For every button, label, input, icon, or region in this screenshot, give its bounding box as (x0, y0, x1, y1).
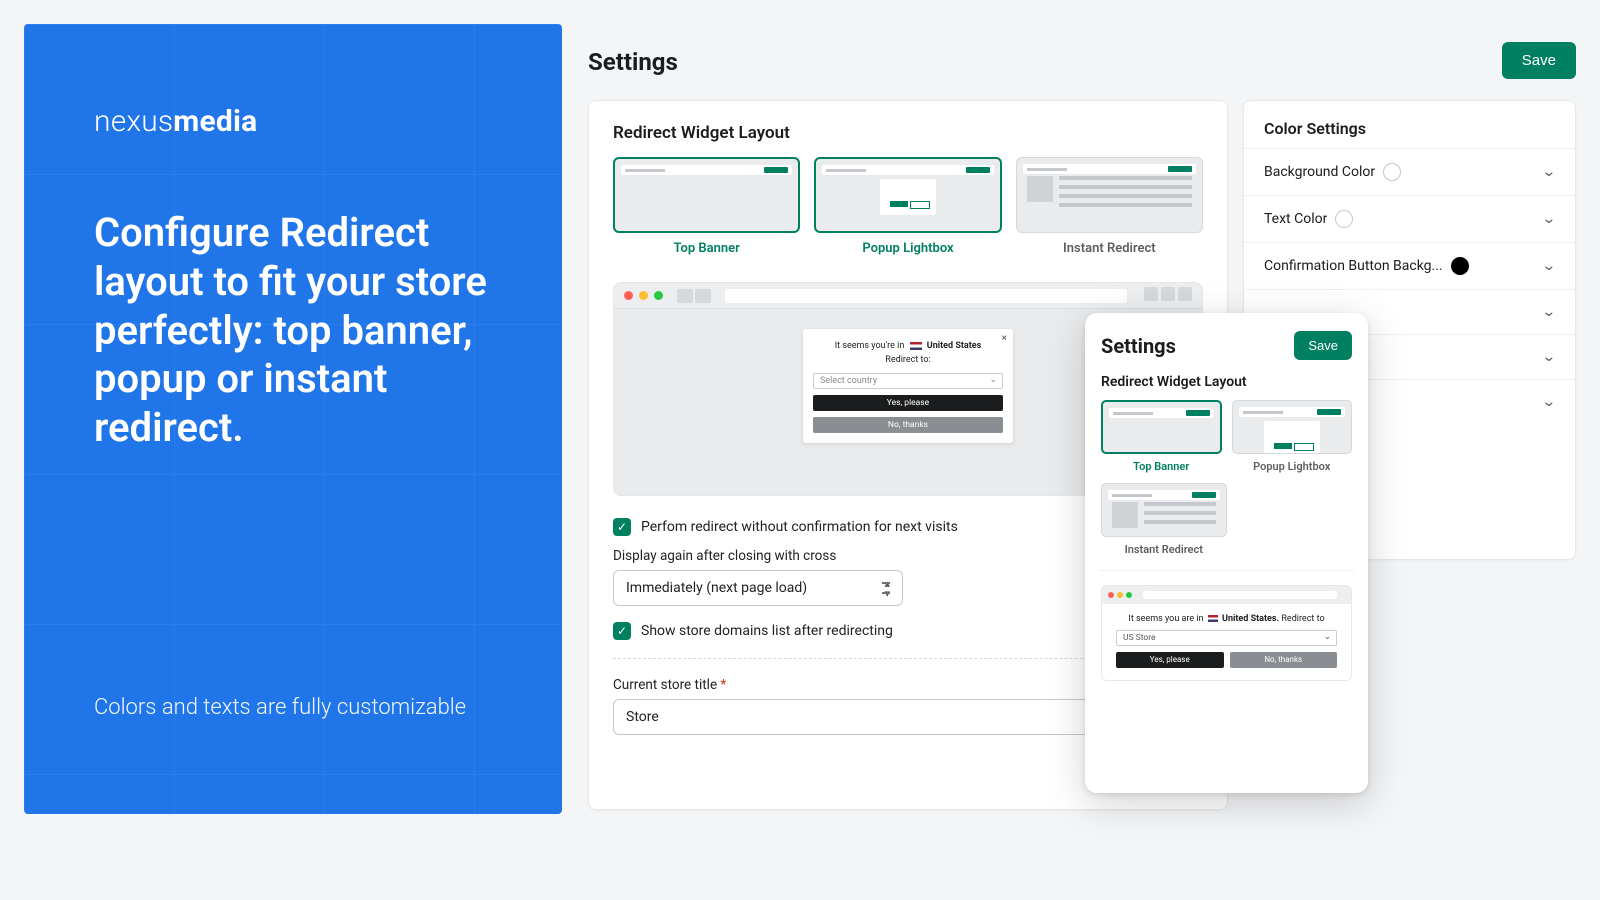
thumb-popup (814, 157, 1001, 233)
chevron-down-icon: ⌄ (1542, 258, 1557, 274)
thumb-top-banner (613, 157, 800, 233)
hero-headline: Configure Redirect layout to fit your st… (94, 209, 492, 453)
brand-bold: media (173, 104, 257, 139)
chevron-down-icon: ⌄ (1542, 304, 1557, 320)
preview-tool-icons (1141, 286, 1192, 305)
overlay-preview-text: It seems you are in United States. Redir… (1116, 614, 1337, 624)
checkbox-redirect-no-confirm[interactable]: ✓ (613, 518, 631, 536)
traffic-light-close-icon (1108, 592, 1114, 598)
color-row-text[interactable]: Text Color ⌄ (1244, 195, 1575, 242)
layout-section-title: Redirect Widget Layout (613, 123, 1203, 143)
popup-yes-button[interactable]: Yes, please (813, 395, 1003, 411)
overlay-preview: It seems you are in United States. Redir… (1101, 585, 1352, 681)
hero-sub: Colors and texts are fully customizable (94, 692, 466, 724)
layout-option-top-banner[interactable]: Top Banner (613, 157, 800, 260)
layout-label: Top Banner (613, 241, 800, 256)
preview-nav-icons (677, 289, 711, 303)
traffic-light-max-icon (654, 291, 663, 300)
preview-popup: × It seems you're in United States Redir… (803, 329, 1013, 443)
color-row-confirm-btn[interactable]: Confirmation Button Backg... ⌄ (1244, 242, 1575, 289)
popup-country-select[interactable]: Select country (813, 373, 1003, 389)
swatch-icon (1335, 210, 1353, 228)
hero-panel: nexusmedia Configure Redirect layout to … (24, 24, 562, 814)
preview-url-bar (725, 289, 1127, 303)
display-again-select[interactable]: Immediately (next page load) ▴▾ (613, 570, 903, 606)
overlay-preview-select[interactable]: US Store (1116, 630, 1337, 646)
swatch-icon (1451, 257, 1469, 275)
overlay-opt-instant[interactable]: Instant Redirect (1101, 483, 1227, 556)
layout-label: Popup Lightbox (814, 241, 1001, 256)
chevron-down-icon: ⌄ (1542, 164, 1557, 180)
overlay-opt-popup[interactable]: Popup Lightbox (1232, 400, 1353, 473)
layout-options-row: Top Banner Popup Lightbox Instant Redire… (613, 157, 1203, 260)
thumb-instant (1016, 157, 1203, 233)
close-icon[interactable]: × (1002, 333, 1007, 344)
popup-no-button[interactable]: No, thanks (813, 417, 1003, 433)
save-button[interactable]: Save (1502, 42, 1576, 79)
overlay-save-button[interactable]: Save (1294, 331, 1352, 360)
traffic-light-min-icon (639, 291, 648, 300)
layout-option-instant[interactable]: Instant Redirect (1016, 157, 1203, 260)
chevron-down-icon: ⌄ (1542, 394, 1557, 410)
traffic-light-min-icon (1117, 592, 1123, 598)
overlay-yes-button[interactable]: Yes, please (1116, 652, 1224, 668)
brand-light: nexus (94, 104, 173, 139)
layout-option-popup[interactable]: Popup Lightbox (814, 157, 1001, 260)
us-flag-icon (910, 342, 922, 350)
overlay-section-title: Redirect Widget Layout (1101, 374, 1352, 390)
select-caret-icon: ▴▾ (884, 579, 890, 599)
swatch-icon (1383, 163, 1401, 181)
us-flag-icon (1208, 615, 1218, 622)
traffic-light-max-icon (1126, 592, 1132, 598)
brand: nexusmedia (94, 104, 492, 139)
checkbox-label: Perfom redirect without confirmation for… (641, 519, 958, 535)
traffic-light-close-icon (624, 291, 633, 300)
overlay-mini-settings: Settings Save Redirect Widget Layout Top… (1085, 313, 1368, 793)
overlay-opt-top-banner[interactable]: Top Banner (1101, 400, 1222, 473)
overlay-no-button[interactable]: No, thanks (1230, 652, 1338, 668)
popup-line2: Redirect to: (813, 355, 1003, 365)
checkbox-label: Show store domains list after redirectin… (641, 623, 893, 639)
preview-chrome (614, 283, 1202, 309)
overlay-title: Settings (1101, 334, 1176, 358)
popup-line1: It seems you're in United States (813, 341, 1003, 351)
chevron-down-icon: ⌄ (1542, 211, 1557, 227)
page-title: Settings (588, 48, 678, 76)
chevron-down-icon: ⌄ (1542, 349, 1557, 365)
color-row-background[interactable]: Background Color ⌄ (1244, 148, 1575, 195)
layout-label: Instant Redirect (1016, 241, 1203, 256)
checkbox-show-domains[interactable]: ✓ (613, 622, 631, 640)
color-settings-title: Color Settings (1244, 101, 1575, 148)
